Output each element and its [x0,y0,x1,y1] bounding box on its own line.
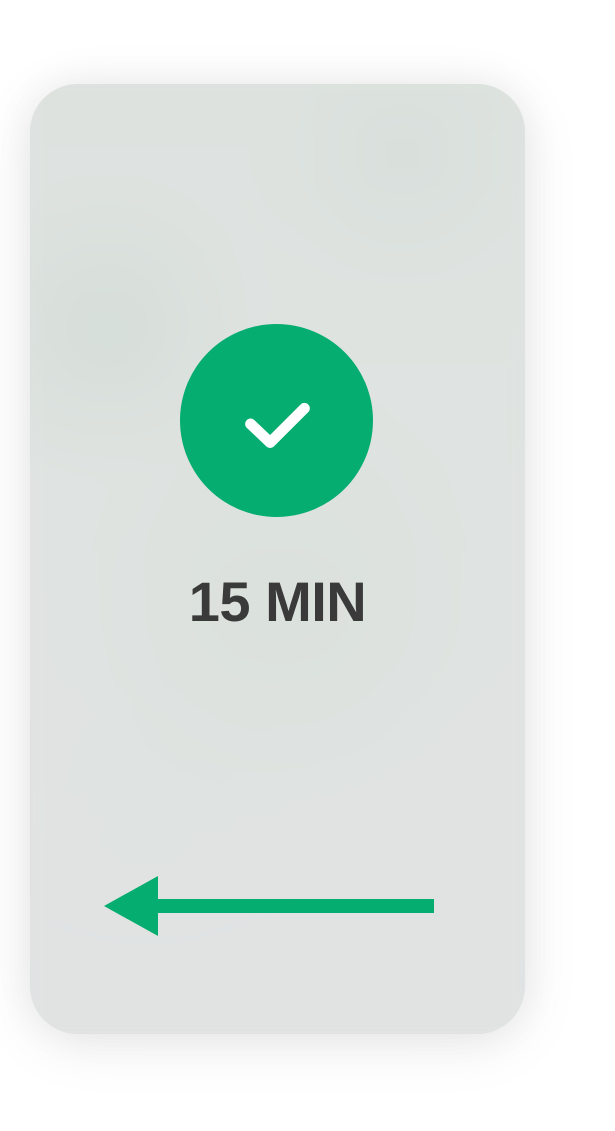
check-icon [244,402,310,448]
duration-label: 15 MIN [188,570,367,633]
arrow-left-icon [104,876,434,936]
phone-card: 15 MIN [30,84,525,1034]
back-arrow-button[interactable] [104,876,439,936]
completed-status [180,324,373,517]
